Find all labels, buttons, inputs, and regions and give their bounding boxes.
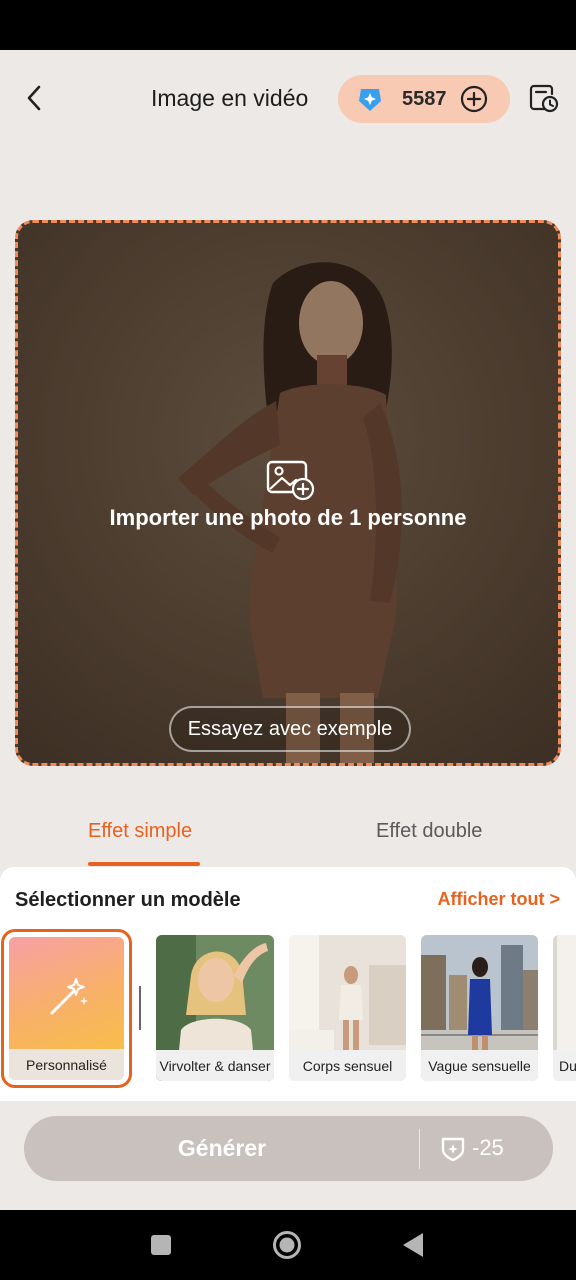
credits-balance[interactable]: 5587 bbox=[338, 75, 510, 123]
template-divider bbox=[139, 986, 141, 1030]
template-label: Virvolter & danser bbox=[156, 1050, 274, 1081]
recent-apps-icon[interactable] bbox=[150, 1234, 172, 1256]
credit-gem-icon bbox=[359, 89, 381, 111]
template-panel: Sélectionner un modèle Afficher tout > P… bbox=[0, 867, 576, 1101]
active-tab-indicator bbox=[88, 862, 200, 866]
generate-area: Générer -25 bbox=[0, 1101, 576, 1210]
magic-wand-icon bbox=[50, 978, 88, 1015]
header: Image en vidéo 5587 bbox=[0, 50, 576, 150]
credit-shield-icon bbox=[441, 1137, 465, 1162]
history-button[interactable] bbox=[524, 78, 562, 118]
credits-value: 5587 bbox=[402, 87, 447, 110]
try-example-button[interactable]: Essayez avec exemple bbox=[169, 706, 411, 752]
template-section-title: Sélectionner un modèle bbox=[15, 889, 241, 911]
photo-upload-area[interactable]: Importer une photo de 1 personne Essayez… bbox=[15, 220, 561, 766]
generate-separator bbox=[419, 1129, 420, 1169]
template-twirl-dance[interactable]: Virvolter & danser bbox=[156, 935, 274, 1081]
template-label: Du bbox=[553, 1050, 576, 1081]
history-icon bbox=[529, 84, 559, 113]
template-label: Personnalisé bbox=[9, 1049, 124, 1080]
template-label: Corps sensuel bbox=[289, 1050, 406, 1081]
add-credits-icon[interactable] bbox=[460, 85, 488, 113]
effect-tabs: Effet simple Effet double bbox=[0, 800, 576, 868]
home-icon[interactable] bbox=[272, 1230, 302, 1260]
generate-button[interactable]: Générer -25 bbox=[24, 1116, 553, 1181]
add-image-icon bbox=[266, 460, 315, 501]
status-bar bbox=[0, 0, 576, 50]
template-partial[interactable]: Du bbox=[553, 935, 576, 1081]
generate-label: Générer bbox=[177, 1135, 267, 1161]
template-sensual-wave[interactable]: Vague sensuelle bbox=[421, 935, 538, 1081]
page-title: Image en vidéo bbox=[151, 85, 309, 111]
generate-cost: -25 bbox=[472, 1135, 504, 1160]
upload-prompt: Importer une photo de 1 personne bbox=[109, 505, 467, 530]
template-sensual-body[interactable]: Corps sensuel bbox=[289, 935, 406, 1081]
see-all-link[interactable]: Afficher tout > bbox=[437, 889, 560, 910]
tab-simple-effect[interactable]: Effet simple bbox=[88, 820, 192, 843]
chevron-left-icon bbox=[27, 85, 41, 111]
template-label: Vague sensuelle bbox=[421, 1050, 538, 1081]
template-custom-card: Personnalisé bbox=[9, 937, 124, 1080]
back-triangle-icon[interactable] bbox=[402, 1232, 424, 1258]
tab-double-effect[interactable]: Effet double bbox=[376, 820, 482, 843]
template-custom[interactable]: Personnalisé bbox=[1, 929, 132, 1088]
back-button[interactable] bbox=[14, 78, 54, 118]
system-nav-bar bbox=[0, 1210, 576, 1280]
